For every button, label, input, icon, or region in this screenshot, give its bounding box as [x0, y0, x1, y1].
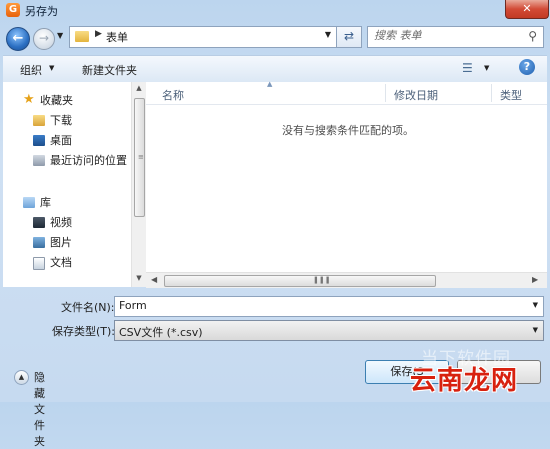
- grip-icon: ≡: [138, 153, 144, 161]
- scroll-up-icon[interactable]: ▲: [132, 84, 146, 92]
- navigation-pane: ★ 收藏夹 下载 桌面 最近访问的位置 库 视频 图片 文档 音乐: [3, 82, 146, 287]
- nav-scroll-thumb[interactable]: ≡: [134, 98, 145, 217]
- address-dropdown-icon[interactable]: ▼: [325, 30, 331, 39]
- scroll-down-icon[interactable]: ▼: [132, 274, 146, 282]
- pictures-icon: [33, 237, 45, 248]
- forward-button[interactable]: →: [33, 28, 55, 50]
- empty-message: 没有与搜索条件匹配的项。: [282, 124, 414, 137]
- watermark-logo-text: 云南龙网: [410, 366, 519, 396]
- refresh-button[interactable]: ⇄: [336, 26, 362, 48]
- grip-icon: ❚❚❚: [313, 276, 331, 284]
- horizontal-scrollbar[interactable]: ◀ ❚❚❚ ▶: [146, 272, 547, 288]
- filename-input[interactable]: [119, 299, 519, 312]
- app-icon: G: [6, 3, 20, 17]
- filetype-value: CSV文件 (*.csv): [119, 326, 203, 339]
- filename-label: 文件名(N):: [61, 301, 115, 314]
- filetype-dropdown-icon[interactable]: ▼: [533, 326, 538, 334]
- recent-places-icon: [33, 155, 45, 166]
- toolbar: 组织 ▼ 新建文件夹 ☰ ▼ ?: [3, 55, 547, 83]
- star-icon: ★: [23, 92, 35, 107]
- column-header-type[interactable]: 类型: [500, 87, 522, 103]
- nav-scrollbar[interactable]: ▲ ≡ ▼: [131, 82, 146, 287]
- search-icon[interactable]: ⚲: [528, 29, 537, 43]
- organize-dropdown-icon[interactable]: ▼: [49, 64, 54, 72]
- history-dropdown-icon[interactable]: ▼: [57, 31, 63, 40]
- search-input[interactable]: [374, 29, 514, 42]
- column-header-modified[interactable]: 修改日期: [394, 87, 438, 103]
- video-icon: [33, 217, 45, 228]
- back-arrow-icon: ←: [12, 31, 24, 46]
- filetype-label: 保存类型(T):: [52, 325, 116, 338]
- new-folder-button[interactable]: 新建文件夹: [82, 62, 137, 78]
- back-button[interactable]: ←: [6, 27, 30, 51]
- view-dropdown-icon[interactable]: ▼: [484, 64, 489, 72]
- path-segment[interactable]: 表单: [106, 29, 128, 45]
- filetype-select[interactable]: CSV文件 (*.csv) ▼: [114, 320, 544, 341]
- library-icon: [23, 197, 35, 208]
- folder-icon: [75, 31, 89, 42]
- horizontal-scroll-thumb[interactable]: ❚❚❚: [164, 275, 436, 287]
- documents-icon: [33, 257, 45, 270]
- desktop-icon: [33, 135, 45, 146]
- collapse-icon: ▲: [14, 370, 29, 385]
- scroll-right-icon[interactable]: ▶: [532, 275, 538, 284]
- view-options-icon[interactable]: ☰: [462, 61, 473, 75]
- filename-dropdown-icon[interactable]: ▼: [533, 301, 538, 309]
- filename-field[interactable]: ▼: [114, 296, 544, 317]
- file-list[interactable]: ▲ 名称 修改日期 类型 没有与搜索条件匹配的项。 ◀ ❚❚❚ ▶: [146, 80, 547, 288]
- close-button[interactable]: ✕: [505, 0, 549, 19]
- organize-button[interactable]: 组织: [20, 62, 42, 78]
- search-box[interactable]: ⚲: [367, 26, 544, 48]
- forward-arrow-icon: →: [38, 31, 50, 45]
- column-divider[interactable]: [385, 84, 386, 102]
- column-divider[interactable]: [491, 84, 492, 102]
- hide-folders-label: 隐藏文件夹: [34, 371, 45, 448]
- path-arrow-icon[interactable]: ▶: [95, 29, 102, 39]
- help-icon[interactable]: ?: [519, 59, 535, 75]
- downloads-folder-icon: [33, 115, 45, 126]
- window-title: 另存为: [25, 5, 58, 18]
- address-bar[interactable]: ▶ 表单 ▼: [69, 26, 337, 48]
- column-headers: ▲ 名称 修改日期 类型: [146, 80, 547, 105]
- scroll-left-icon[interactable]: ◀: [151, 275, 157, 284]
- column-header-name[interactable]: 名称: [162, 87, 184, 103]
- sort-arrow-icon: ▲: [267, 80, 273, 88]
- refresh-icon: ⇄: [343, 29, 355, 43]
